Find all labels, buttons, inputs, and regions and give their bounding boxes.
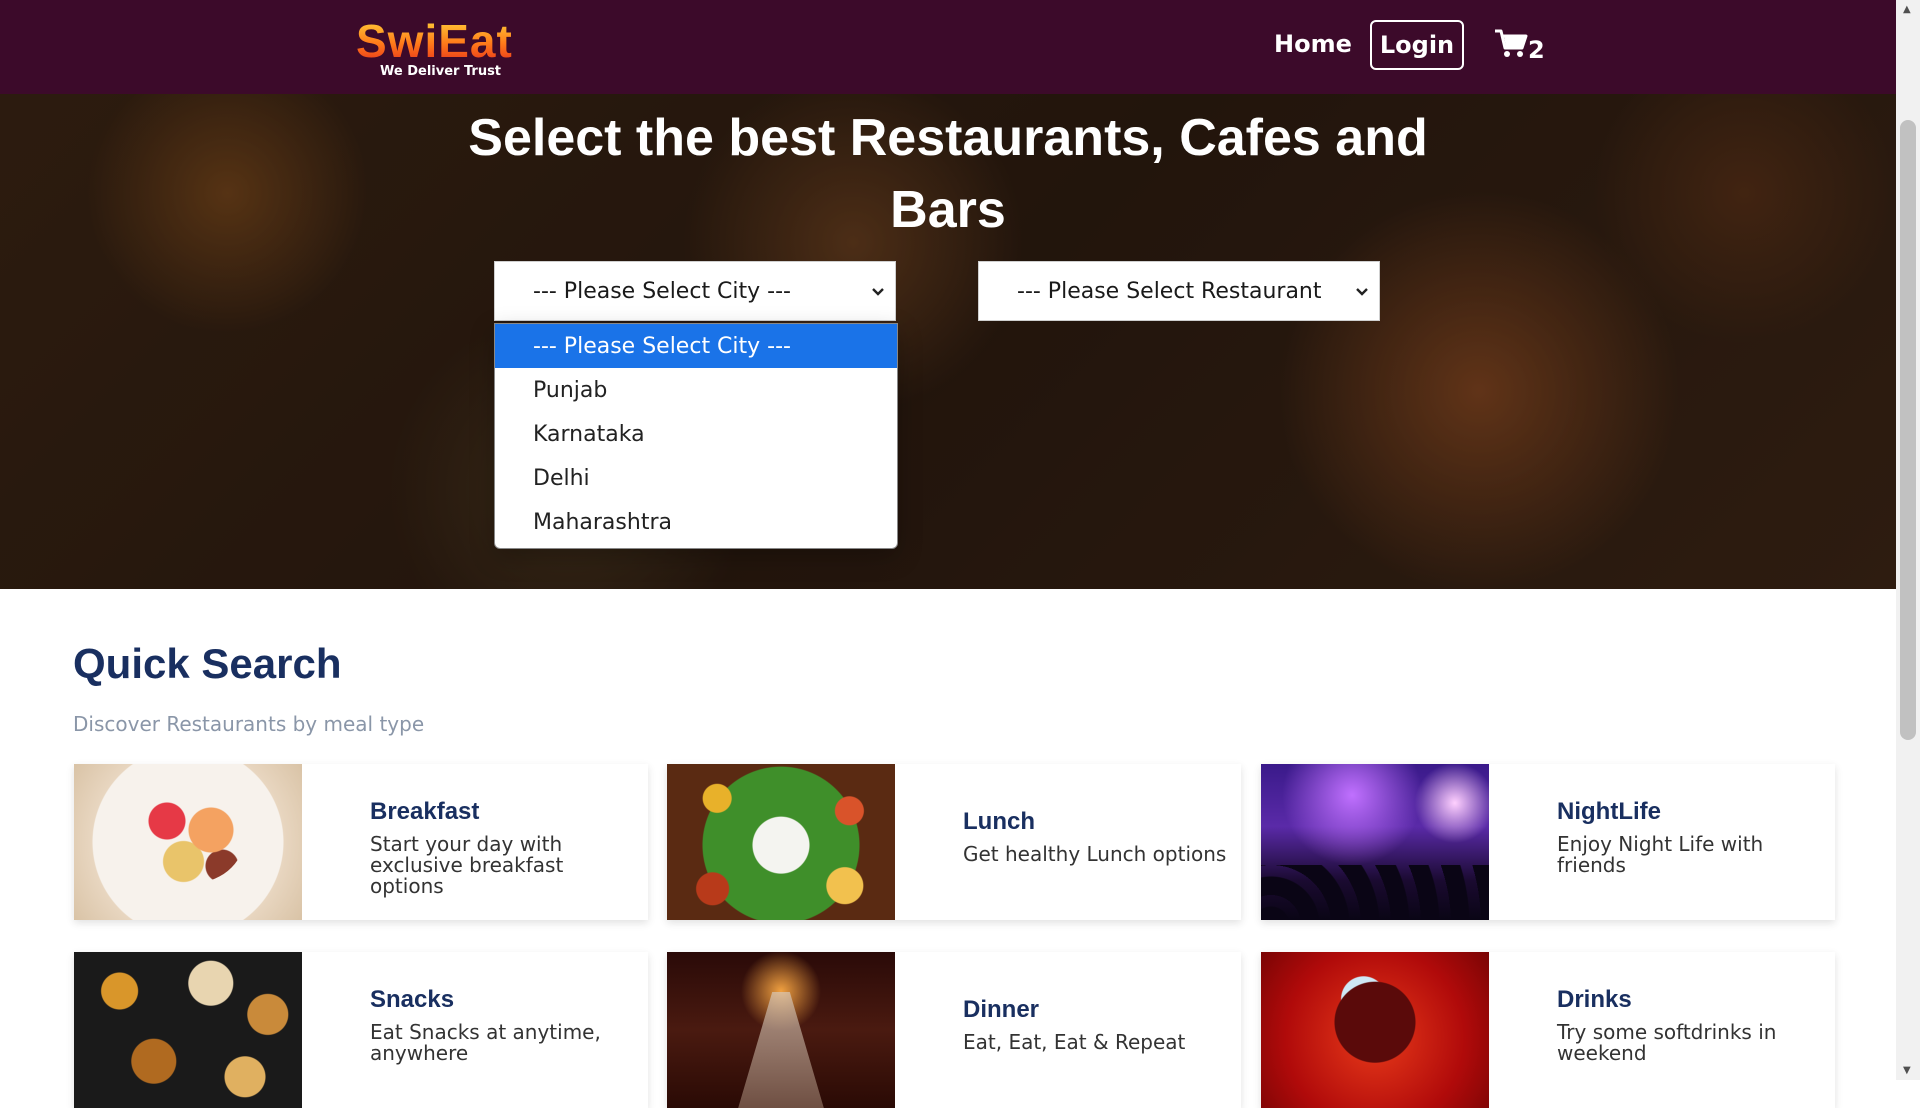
city-select-value: --- Please Select City --- <box>533 278 791 304</box>
nightlife-image <box>1261 764 1489 920</box>
lunch-image <box>667 764 895 920</box>
meal-card-breakfast[interactable]: Breakfast Start your day with exclusive … <box>74 764 648 920</box>
logo[interactable]: SwiEat We Deliver Trust <box>356 18 516 79</box>
hero-banner: Select the best Restaurants, Cafes and B… <box>0 94 1896 589</box>
city-dropdown-list: --- Please Select City --- Punjab Karnat… <box>494 323 898 549</box>
login-button[interactable]: Login <box>1370 20 1464 70</box>
logo-text: SwiEat <box>356 18 516 64</box>
snacks-image <box>74 952 302 1108</box>
meal-card-drinks[interactable]: Drinks Try some softdrinks in weekend <box>1261 952 1835 1108</box>
city-option[interactable]: Maharashtra <box>495 500 897 544</box>
hero-title: Select the best Restaurants, Cafes and B… <box>0 102 1896 246</box>
chevron-down-icon <box>871 282 885 301</box>
restaurant-select-value: --- Please Select Restaurant <box>1017 278 1322 304</box>
quick-search-subtitle: Discover Restaurants by meal type <box>73 712 425 736</box>
drinks-image <box>1261 952 1489 1108</box>
city-option[interactable]: Punjab <box>495 368 897 412</box>
card-title: Drinks <box>1557 986 1632 1013</box>
cart-icon <box>1494 28 1528 64</box>
logo-tagline: We Deliver Trust <box>380 64 502 79</box>
meal-card-dinner[interactable]: Dinner Eat, Eat, Eat & Repeat <box>667 952 1241 1108</box>
page-scrollbar[interactable]: ▲ ▼ <box>1896 0 1920 1080</box>
nav-home-link[interactable]: Home <box>1274 30 1352 58</box>
city-option[interactable]: --- Please Select City --- <box>495 324 897 368</box>
card-description: Eat Snacks at anytime, anywhere <box>370 1020 601 1065</box>
cart-count-badge: 2 <box>1528 36 1545 64</box>
card-description: Get healthy Lunch options <box>963 842 1227 866</box>
card-title: Dinner <box>963 996 1040 1023</box>
meal-card-lunch[interactable]: Lunch Get healthy Lunch options <box>667 764 1241 920</box>
scrollbar-thumb[interactable] <box>1900 120 1916 740</box>
scroll-up-icon[interactable]: ▲ <box>1903 4 1911 15</box>
hero-title-line-2: Bars <box>890 181 1006 239</box>
card-title: Lunch <box>963 808 1035 835</box>
meal-card-nightlife[interactable]: NightLife Enjoy Night Life with friends <box>1261 764 1835 920</box>
city-option[interactable]: Karnataka <box>495 412 897 456</box>
card-description: Enjoy Night Life with friends <box>1557 832 1764 877</box>
city-option[interactable]: Delhi <box>495 456 897 500</box>
card-description: Try some softdrinks in weekend <box>1557 1020 1777 1065</box>
card-description: Eat, Eat, Eat & Repeat <box>963 1030 1186 1054</box>
cart-button[interactable]: 2 <box>1494 28 1545 64</box>
quick-search-title: Quick Search <box>73 640 342 687</box>
card-title: Breakfast <box>370 798 480 825</box>
chevron-down-icon <box>1355 282 1369 301</box>
dinner-image <box>667 952 895 1108</box>
city-select[interactable]: --- Please Select City --- <box>494 261 896 321</box>
breakfast-image <box>74 764 302 920</box>
meal-card-snacks[interactable]: Snacks Eat Snacks at anytime, anywhere <box>74 952 648 1108</box>
hero-title-line-1: Select the best Restaurants, Cafes and <box>468 109 1428 167</box>
card-title: NightLife <box>1557 798 1661 825</box>
card-title: Snacks <box>370 986 455 1013</box>
scroll-down-icon[interactable]: ▼ <box>1903 1065 1911 1076</box>
navbar: SwiEat We Deliver Trust Home Login 2 <box>0 0 1896 94</box>
card-description: Start your day with exclusive breakfast … <box>370 832 564 898</box>
restaurant-select[interactable]: --- Please Select Restaurant <box>978 261 1380 321</box>
